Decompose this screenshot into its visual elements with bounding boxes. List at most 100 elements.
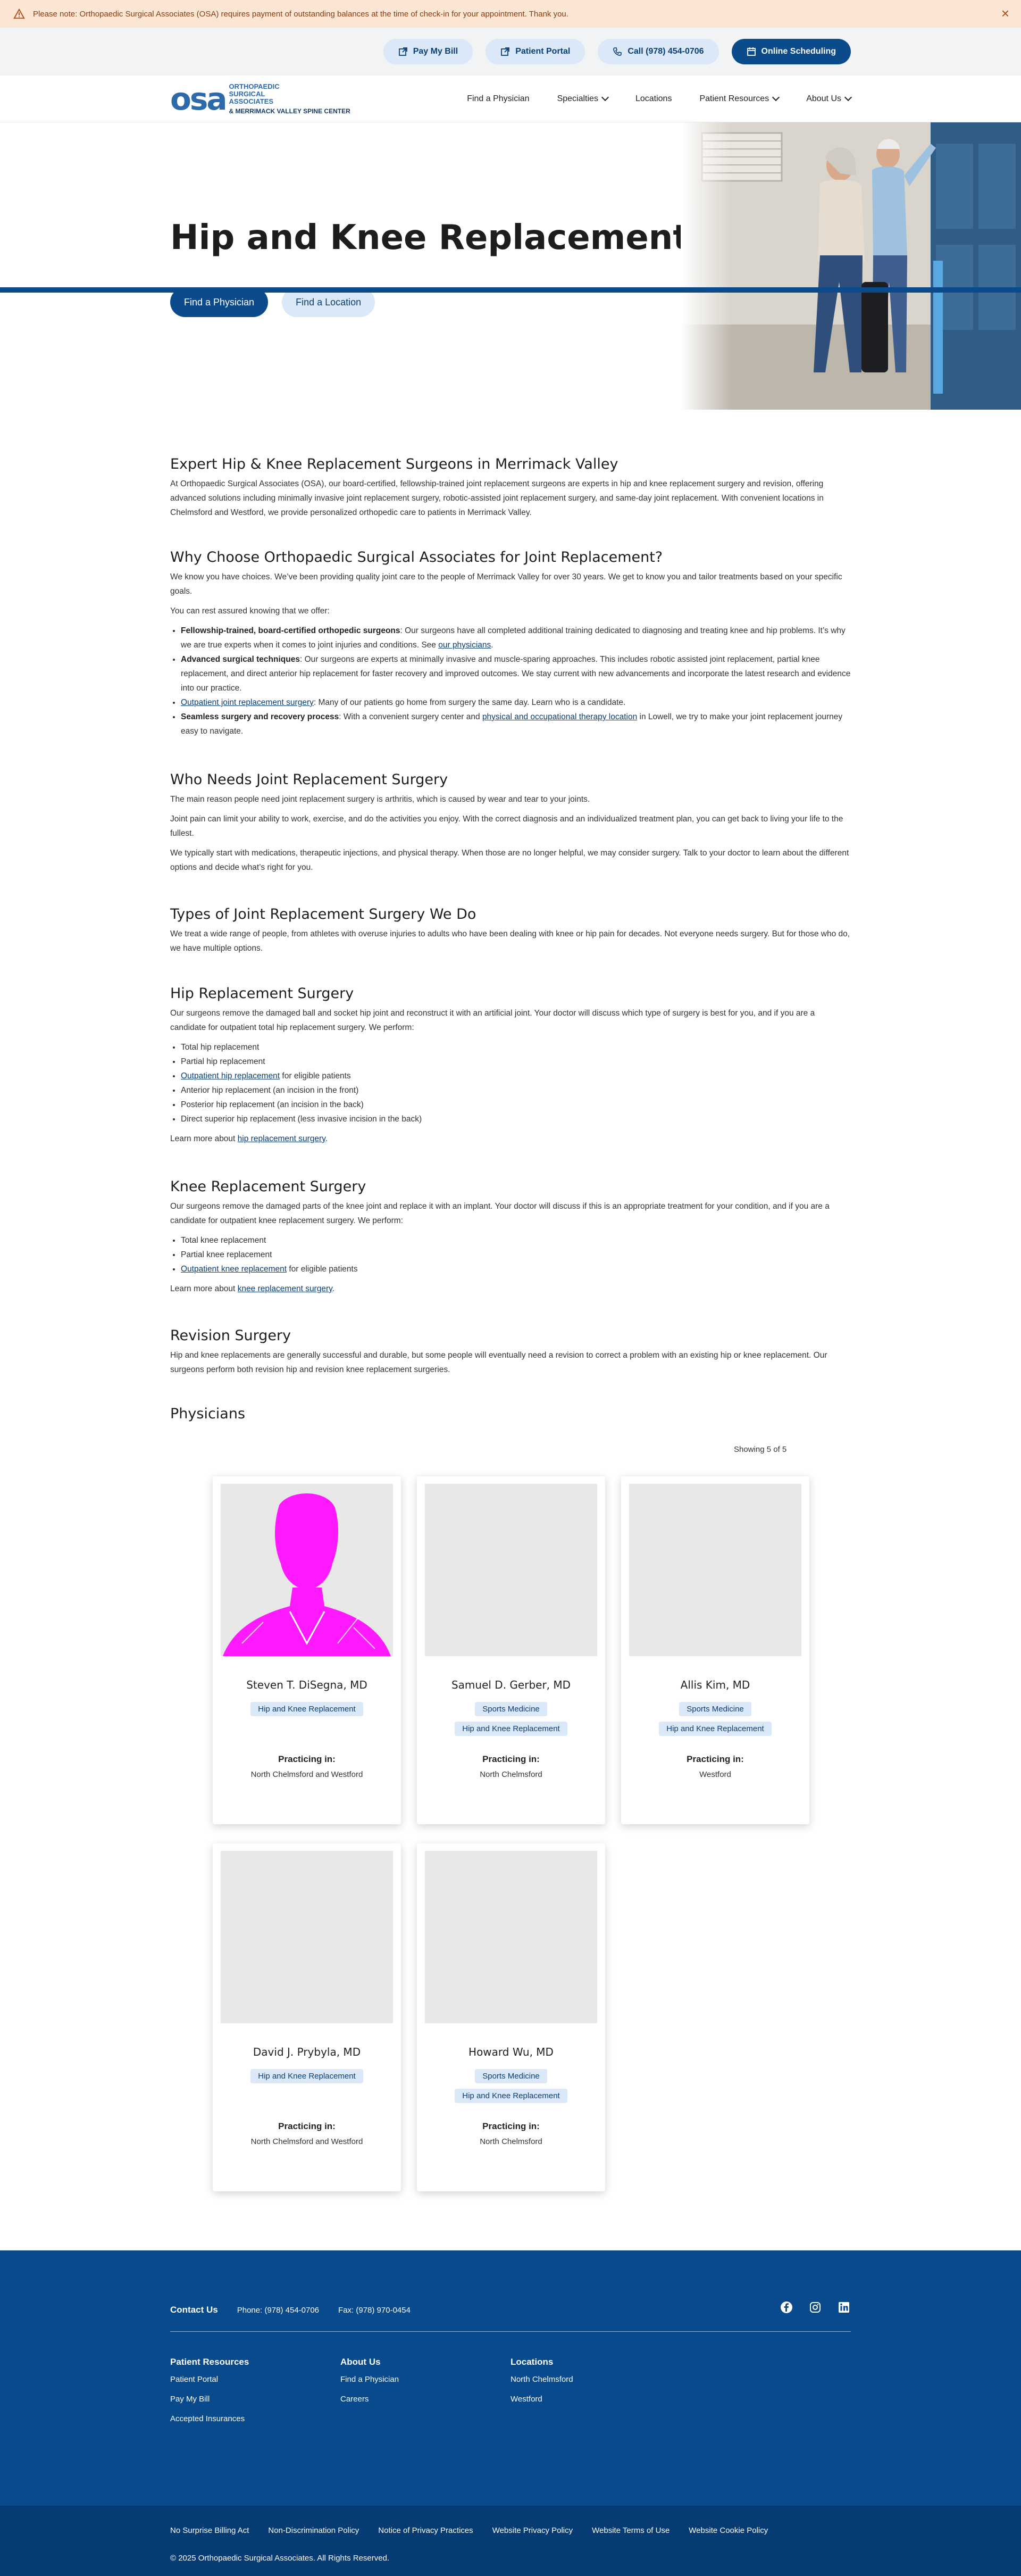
nav-locations[interactable]: Locations [635,94,672,104]
legal-link[interactable]: Website Privacy Policy [492,2526,573,2535]
online-scheduling-button[interactable]: Online Scheduling [731,39,851,64]
physician-name[interactable]: Howard Wu, MD [417,2046,605,2058]
site-logo[interactable]: osa ORTHOPAEDIC SURGICAL ASSOCIATES & ME… [170,82,350,115]
legal-link[interactable]: No Surprise Billing Act [170,2526,249,2535]
patient-portal-button[interactable]: Patient Portal [486,39,585,64]
pay-bill-button[interactable]: Pay My Bill [383,39,473,64]
online-scheduling-label: Online Scheduling [761,47,836,56]
nav-specialties[interactable]: Specialties [557,93,609,104]
section-heading: Hip Replacement Surgery [170,985,354,1002]
practicing-label: Practicing in: [687,1754,744,1764]
section-revision: Revision Surgery Hip and knee replacemen… [170,1327,851,1382]
knee-procedures-list: Total knee replacement Partial knee repl… [181,1233,851,1276]
specialty-tag: Sports Medicine [679,1702,751,1716]
paragraph: Our surgeons remove the damaged parts of… [170,1202,830,1225]
footer-col-patient-resources: Patient Resources Patient Portal Pay My … [170,2357,249,2434]
footer-link[interactable]: Accepted Insurances [170,2414,249,2423]
footer-col-locations: Locations North Chelmsford Westford [510,2357,573,2414]
legal-link[interactable]: Non-Discrimination Policy [268,2526,359,2535]
legal-link[interactable]: Website Cookie Policy [689,2526,768,2535]
practicing-label: Practicing in: [482,2121,540,2131]
section-expert: Expert Hip & Knee Replacement Surgeons i… [170,456,851,525]
therapy-location-link[interactable]: physical and occupational therapy locati… [482,712,637,721]
nav-find-physician[interactable]: Find a Physician [467,94,529,104]
text: for eligible patients [287,1265,358,1274]
pay-bill-label: Pay My Bill [413,47,458,56]
paragraph: We treat a wide range of people, from at… [170,929,850,953]
instagram-icon[interactable] [808,2300,822,2314]
outpatient-joint-link[interactable]: Outpatient joint replacement surgery [181,698,314,707]
logo-line: ASSOCIATES [229,97,274,105]
footer-col-about: About Us Find a Physician Careers [340,2357,399,2414]
text: : Many of our patients go home from surg… [313,698,626,707]
logo-line: ORTHOPAEDIC [229,82,280,90]
physician-name[interactable]: Samuel D. Gerber, MD [417,1678,605,1691]
section-knee: Knee Replacement Surgery Our surgeons re… [170,1178,851,1301]
physician-card[interactable]: Samuel D. Gerber, MD Sports Medicine Hip a… [417,1476,605,1824]
physician-card[interactable]: Allis Kim, MD Sports Medicine Hip and Knee… [621,1476,809,1824]
footer-col-title: Patient Resources [170,2357,249,2367]
linkedin-icon[interactable] [837,2300,851,2314]
legal-link[interactable]: Notice of Privacy Practices [378,2526,473,2535]
physician-card[interactable]: Steven T. DiSegna, MD Hip and Knee Replac… [213,1476,401,1824]
nav-about-us[interactable]: About Us [806,93,852,104]
paragraph: We typically start with medications, the… [170,849,849,872]
legal-bar: No Surprise Billing Act Non-Discriminati… [0,2506,1021,2576]
nav-patient-resources[interactable]: Patient Resources [699,93,780,104]
outpatient-knee-link[interactable]: Outpatient knee replacement [181,1265,287,1274]
site-footer: Contact Us Phone: (978) 454-0706 Fax: (9… [0,2250,1021,2506]
paragraph: Learn more about knee replacement surger… [170,1282,851,1296]
specialty-tags: Hip and Knee Replacement [213,2069,401,2083]
results-count: Showing 5 of 5 [734,1445,787,1454]
hero: Hip and Knee Replacement Find a Physicia… [0,122,1021,410]
section-heading: Knee Replacement Surgery [170,1178,366,1195]
nav-label: About Us [806,94,841,103]
footer-col-title: About Us [340,2357,381,2367]
physician-photo [425,1851,597,2023]
footer-link[interactable]: Find a Physician [340,2375,399,2384]
paragraph: Our surgeons remove the damaged ball and… [170,1009,815,1032]
physician-photo [425,1484,597,1656]
specialty-tags: Sports Medicine Hip and Knee Replacement [417,1702,605,1736]
call-label: Call (978) 454-0706 [627,47,704,56]
nav-label: Specialties [557,94,598,103]
footer-link[interactable]: Patient Portal [170,2375,249,2384]
chevron-down-icon [601,93,609,102]
external-link-icon [398,47,407,56]
practicing-location: North Chelmsford and Westford [250,2137,363,2146]
footer-link[interactable]: Careers [340,2395,399,2404]
section-heading: Physicians [170,1406,246,1422]
legal-links: No Surprise Billing Act Non-Discriminati… [170,2526,768,2535]
physician-photo [221,1484,393,1656]
footer-link[interactable]: North Chelmsford [510,2375,573,2384]
footer-link[interactable]: Westford [510,2395,573,2404]
list-item: Direct superior hip replacement (less in… [181,1112,851,1126]
hip-surgery-link[interactable]: hip replacement surgery [238,1134,325,1143]
footer-link[interactable]: Pay My Bill [170,2395,249,2404]
patient-portal-label: Patient Portal [515,47,571,56]
knee-surgery-link[interactable]: knee replacement surgery [238,1284,332,1293]
paragraph: At Orthopaedic Surgical Associates (OSA)… [170,479,824,517]
specialty-tag: Sports Medicine [475,2069,547,2083]
our-physicians-link[interactable]: our physicians [438,641,491,650]
outpatient-hip-link[interactable]: Outpatient hip replacement [181,1071,280,1081]
facebook-icon[interactable] [780,2300,793,2314]
close-icon[interactable]: × [1001,6,1009,20]
bold-text: Advanced surgical techniques [181,655,300,664]
physician-name[interactable]: Allis Kim, MD [621,1678,809,1691]
call-button[interactable]: Call (978) 454-0706 [598,39,719,64]
footer-phone[interactable]: Phone: (978) 454-0706 [237,2306,319,2315]
physician-name[interactable]: David J. Prybyla, MD [213,2046,401,2058]
chevron-down-icon [844,93,852,102]
benefits-list: Fellowship-trained, board-certified orth… [181,624,851,738]
legal-link[interactable]: Website Terms of Use [592,2526,669,2535]
paragraph: We know you have choices. We’ve been pro… [170,572,842,596]
section-heading: Who Needs Joint Replacement Surgery [170,771,448,788]
section-why-choose: Why Choose Orthopaedic Surgical Associat… [170,549,851,744]
physician-card[interactable]: Howard Wu, MD Sports Medicine Hip and Knee… [417,1843,605,2191]
practicing-label: Practicing in: [278,2121,336,2131]
specialty-tag: Hip and Knee Replacement [659,1722,772,1736]
practicing-location: North Chelmsford and Westford [250,1770,363,1779]
physician-card[interactable]: David J. Prybyla, MD Hip and Knee Replace… [213,1843,401,2191]
physician-name[interactable]: Steven T. DiSegna, MD [213,1678,401,1691]
